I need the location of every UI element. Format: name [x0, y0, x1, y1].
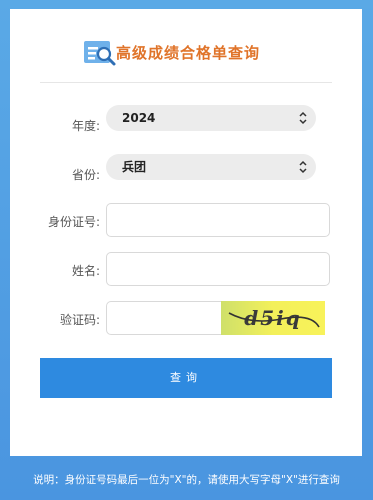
captcha-input[interactable] — [106, 301, 223, 335]
note-text: 说明：身份证号码最后一位为"X"的，请使用大写字母"X"进行查询 — [33, 474, 340, 486]
year-select[interactable]: 2024 — [106, 105, 316, 131]
captcha-image[interactable]: d5iq — [221, 301, 325, 335]
page-title: 高级成绩合格单查询 — [116, 44, 261, 62]
select-arrows-icon — [299, 160, 307, 174]
id-number-label: 身份证号: — [47, 215, 100, 229]
year-value: 2024 — [122, 111, 156, 125]
province-label: 省份: — [71, 168, 100, 182]
name-input[interactable] — [106, 252, 330, 286]
name-label: 姓名: — [71, 264, 100, 278]
id-number-input[interactable] — [106, 203, 330, 237]
captcha-label: 验证码: — [59, 313, 100, 327]
year-label: 年度: — [71, 119, 100, 133]
divider — [40, 82, 332, 83]
search-document-icon — [84, 41, 116, 66]
province-value: 兵团 — [122, 160, 147, 174]
header: 高级成绩合格单查询 — [10, 39, 362, 73]
province-select[interactable]: 兵团 — [106, 154, 316, 180]
select-arrows-icon — [299, 111, 307, 125]
query-card: 高级成绩合格单查询 年度: 2024 省份: 兵团 身份证号: 姓名: 验证码:… — [10, 9, 362, 456]
query-button[interactable]: 查询 — [40, 358, 332, 398]
